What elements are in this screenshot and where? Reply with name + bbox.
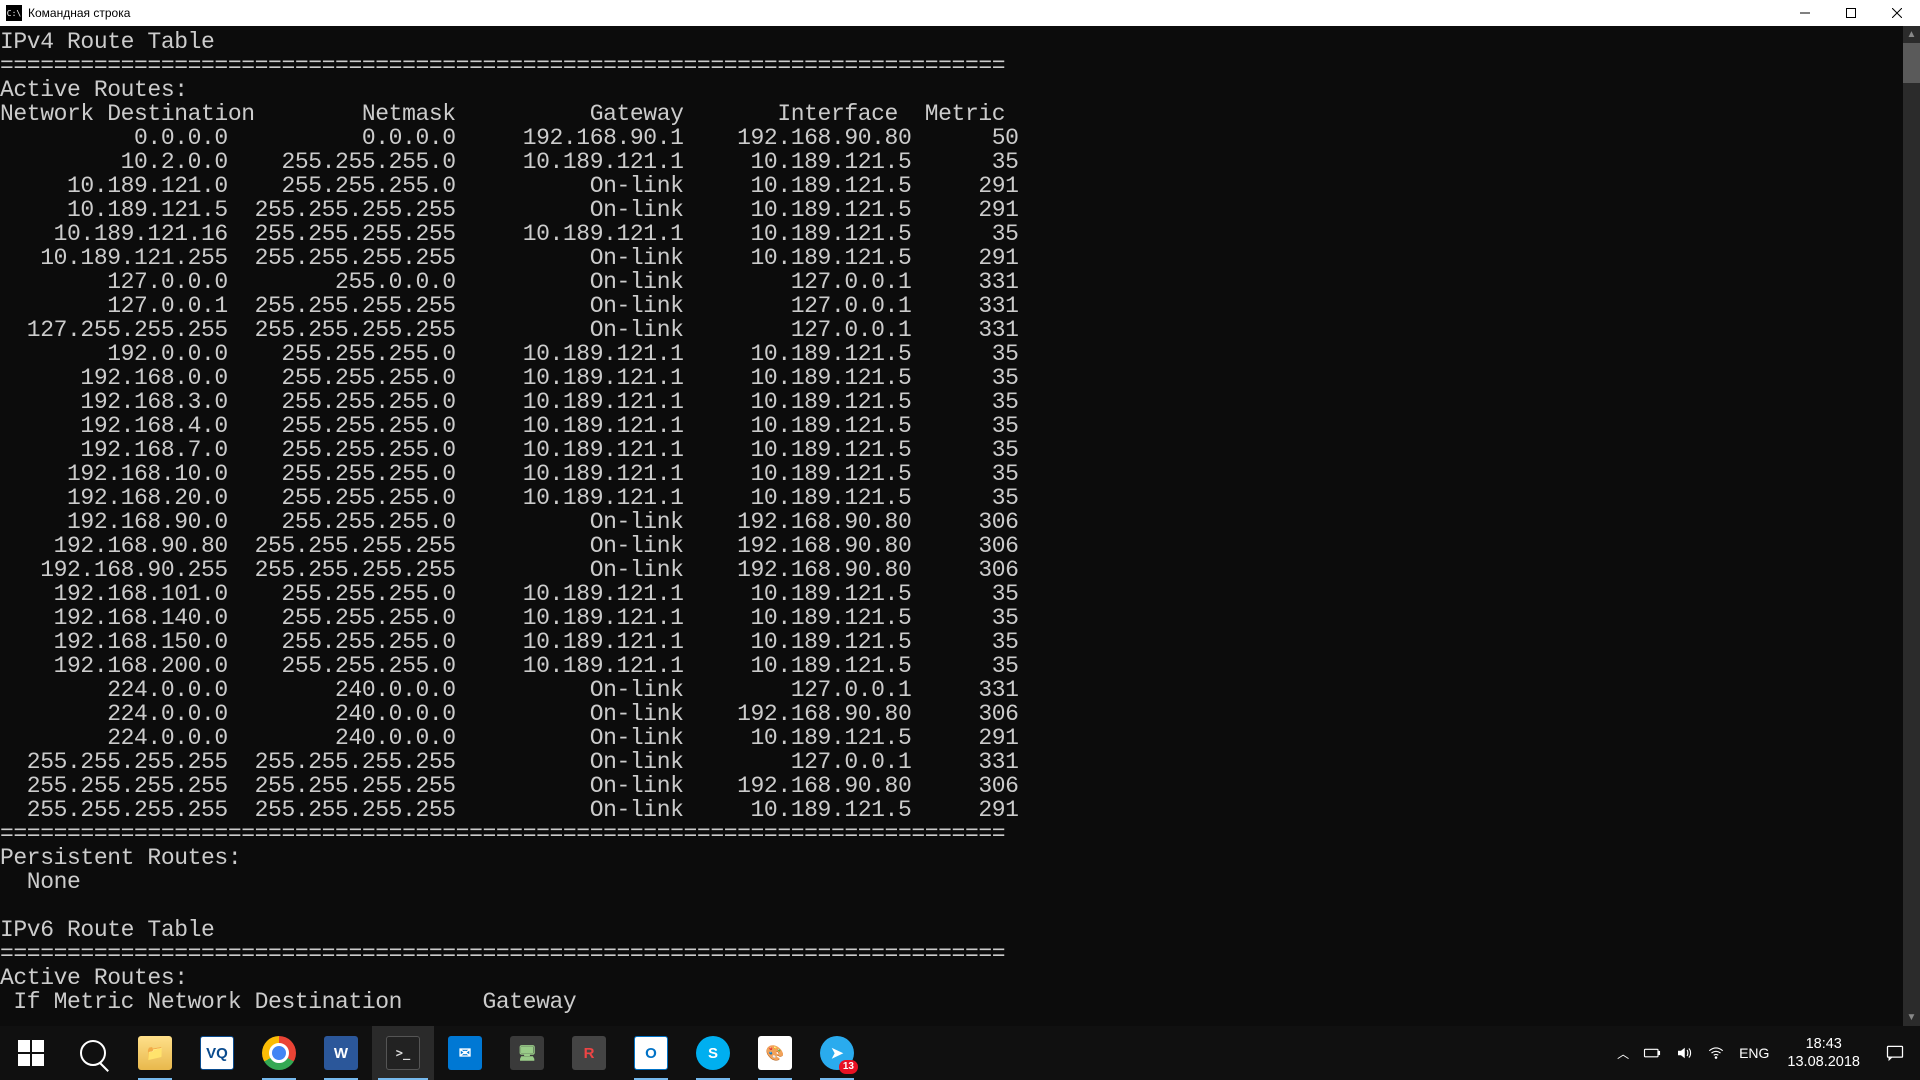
revit-icon: R: [572, 1036, 606, 1070]
tray-overflow-icon[interactable]: ︿: [1617, 1045, 1629, 1062]
paint-icon: 🎨: [758, 1036, 792, 1070]
telegram-icon: ➤ 13: [820, 1036, 854, 1070]
scrollbar[interactable]: ▲ ▼: [1903, 26, 1920, 1026]
clock-date: 13.08.2018: [1787, 1053, 1860, 1071]
word-icon: W: [324, 1036, 358, 1070]
taskbar-outlook[interactable]: O: [620, 1026, 682, 1080]
taskbar-word[interactable]: W: [310, 1026, 372, 1080]
chrome-icon: [262, 1036, 296, 1070]
window-title: Командная строка: [28, 6, 130, 20]
taskbar-revit[interactable]: R: [558, 1026, 620, 1080]
volume-icon[interactable]: [1675, 1044, 1693, 1062]
terminal-viewport[interactable]: IPv4 Route Table =======================…: [0, 26, 1920, 1026]
mail-icon: ✉: [448, 1036, 482, 1070]
taskbar-clock[interactable]: 18:43 13.08.2018: [1777, 1026, 1870, 1080]
taskbar-vnc[interactable]: VQ: [186, 1026, 248, 1080]
scrollbar-down-icon[interactable]: ▼: [1903, 1009, 1920, 1026]
vmware-icon: 🖥: [510, 1036, 544, 1070]
language-indicator[interactable]: ENG: [1739, 1045, 1769, 1061]
skype-icon: S: [696, 1036, 730, 1070]
scrollbar-thumb[interactable]: [1903, 43, 1920, 83]
taskbar-telegram[interactable]: ➤ 13: [806, 1026, 868, 1080]
taskbar-cmd[interactable]: >_: [372, 1026, 434, 1080]
taskbar: 📁 VQ W >_ ✉ 🖥 R O S 🎨 ➤ 13 ︿ ENG: [0, 1026, 1920, 1080]
taskbar-chrome[interactable]: [248, 1026, 310, 1080]
scrollbar-up-icon[interactable]: ▲: [1903, 26, 1920, 43]
taskbar-skype[interactable]: S: [682, 1026, 744, 1080]
titlebar: C:\ Командная строка: [0, 0, 1920, 26]
battery-icon[interactable]: [1643, 1044, 1661, 1062]
taskbar-vmware[interactable]: 🖥: [496, 1026, 558, 1080]
clock-time: 18:43: [1787, 1035, 1860, 1053]
search-icon: [80, 1040, 106, 1066]
taskbar-file-explorer[interactable]: 📁: [124, 1026, 186, 1080]
terminal-output: IPv4 Route Table =======================…: [0, 26, 1920, 1014]
close-button[interactable]: [1874, 0, 1920, 26]
cmd-app-icon: C:\: [6, 5, 22, 21]
taskbar-paint[interactable]: 🎨: [744, 1026, 806, 1080]
telegram-badge: 13: [839, 1060, 858, 1074]
notification-icon: [1885, 1043, 1905, 1063]
action-center-button[interactable]: [1870, 1026, 1920, 1080]
windows-logo-icon: [18, 1040, 44, 1066]
start-button[interactable]: [0, 1026, 62, 1080]
outlook-icon: O: [634, 1036, 668, 1070]
minimize-button[interactable]: [1782, 0, 1828, 26]
system-tray: ︿ ENG: [1609, 1026, 1777, 1080]
folder-icon: 📁: [138, 1036, 172, 1070]
taskbar-mail[interactable]: ✉: [434, 1026, 496, 1080]
search-button[interactable]: [62, 1026, 124, 1080]
cmd-icon: >_: [386, 1036, 420, 1070]
vnc-icon: VQ: [200, 1036, 234, 1070]
maximize-button[interactable]: [1828, 0, 1874, 26]
wifi-icon[interactable]: [1707, 1044, 1725, 1062]
